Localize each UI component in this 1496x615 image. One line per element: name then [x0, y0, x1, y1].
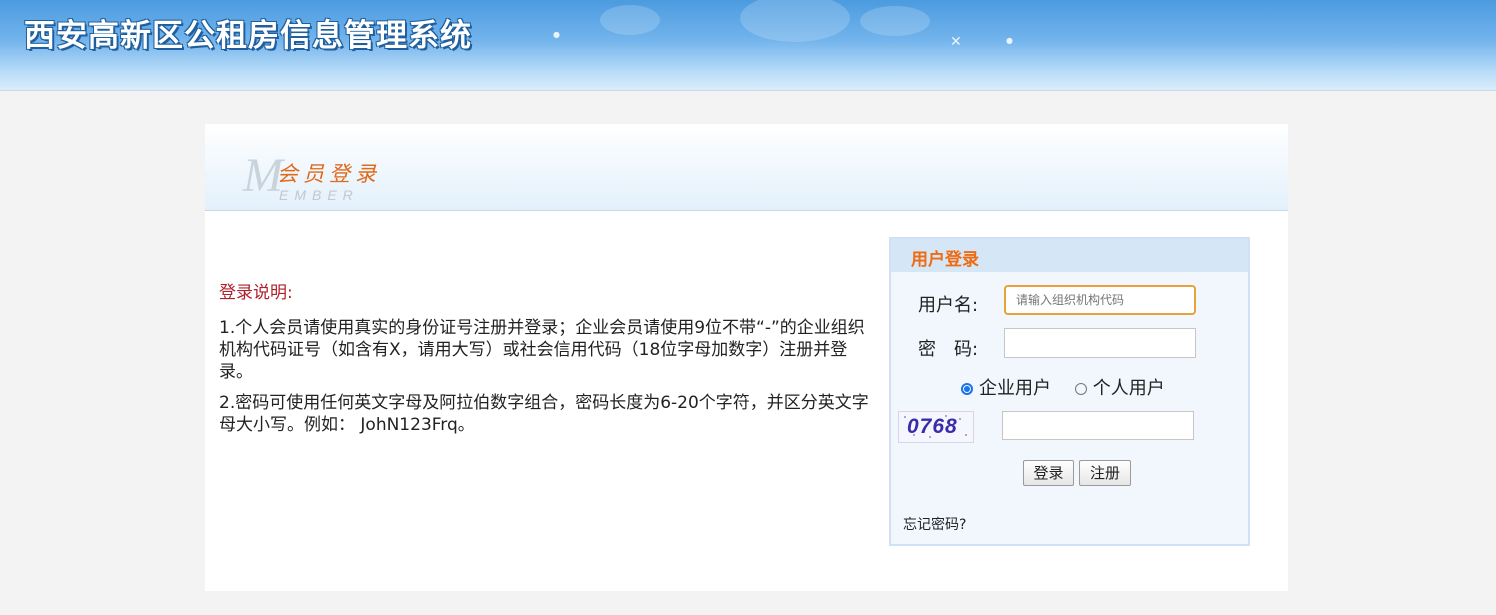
radio-enterprise-label[interactable]: 企业用户	[979, 378, 1051, 399]
login-box-header: 用户登录	[891, 239, 1248, 272]
member-logo-title: 会员登录	[277, 162, 381, 186]
radio-enterprise[interactable]: 企业用户	[961, 378, 1051, 399]
login-box-title: 用户登录	[911, 250, 979, 270]
username-input[interactable]	[1004, 285, 1196, 315]
cloud-decoration	[740, 0, 850, 42]
cloud-decoration	[860, 6, 930, 36]
user-login-box: 用户登录 用户名: 密 码: 企业用户 个人用户 0768 登录 注册 忘记密码…	[889, 237, 1250, 546]
sparkle-icon: ●	[553, 30, 560, 39]
captcha-image[interactable]: 0768	[898, 411, 974, 443]
register-button[interactable]: 注册	[1079, 460, 1131, 486]
instruction-item: 1.个人会员请使用真实的身份证号注册并登录；企业会员请使用9位不带“-”的企业组…	[219, 318, 865, 382]
member-logo-subtitle: EMBER	[279, 187, 359, 203]
login-button[interactable]: 登录	[1023, 460, 1074, 486]
system-title: 西安高新区公租房信息管理系统	[24, 18, 472, 54]
instructions-text: 1.个人会员请使用真实的身份证号注册并登录；企业会员请使用9位不带“-”的企业组…	[219, 317, 871, 445]
instructions-title: 登录说明:	[219, 283, 293, 303]
captcha-text: 0768	[907, 415, 958, 438]
login-panel: M 会员登录 EMBER 登录说明: 1.个人会员请使用真实的身份证号注册并登录…	[205, 124, 1288, 591]
header-banner: ● ✕ ● 西安高新区公租房信息管理系统	[0, 0, 1496, 90]
divider	[0, 90, 1496, 91]
captcha-input[interactable]	[1002, 411, 1194, 440]
password-label: 密 码:	[918, 339, 979, 360]
radio-personal[interactable]: 个人用户	[1074, 378, 1165, 399]
username-label: 用户名:	[918, 295, 979, 316]
radio-unselected-icon[interactable]	[1074, 383, 1087, 395]
sparkle-icon: ✕	[950, 34, 962, 50]
sparkle-icon: ●	[1006, 36, 1013, 45]
member-header: M 会员登录 EMBER	[205, 124, 1288, 211]
forgot-password-link[interactable]: 忘记密码?	[903, 514, 966, 534]
password-input[interactable]	[1004, 328, 1196, 358]
user-type-selector: 企业用户 个人用户	[961, 374, 1165, 400]
radio-personal-label[interactable]: 个人用户	[1093, 378, 1165, 399]
instruction-item: 2.密码可使用任何英文字母及阿拉伯数字组合，密码长度为6-20个字符，并区分英文…	[219, 393, 869, 435]
radio-selected-icon[interactable]	[961, 383, 973, 395]
cloud-decoration	[600, 5, 660, 35]
